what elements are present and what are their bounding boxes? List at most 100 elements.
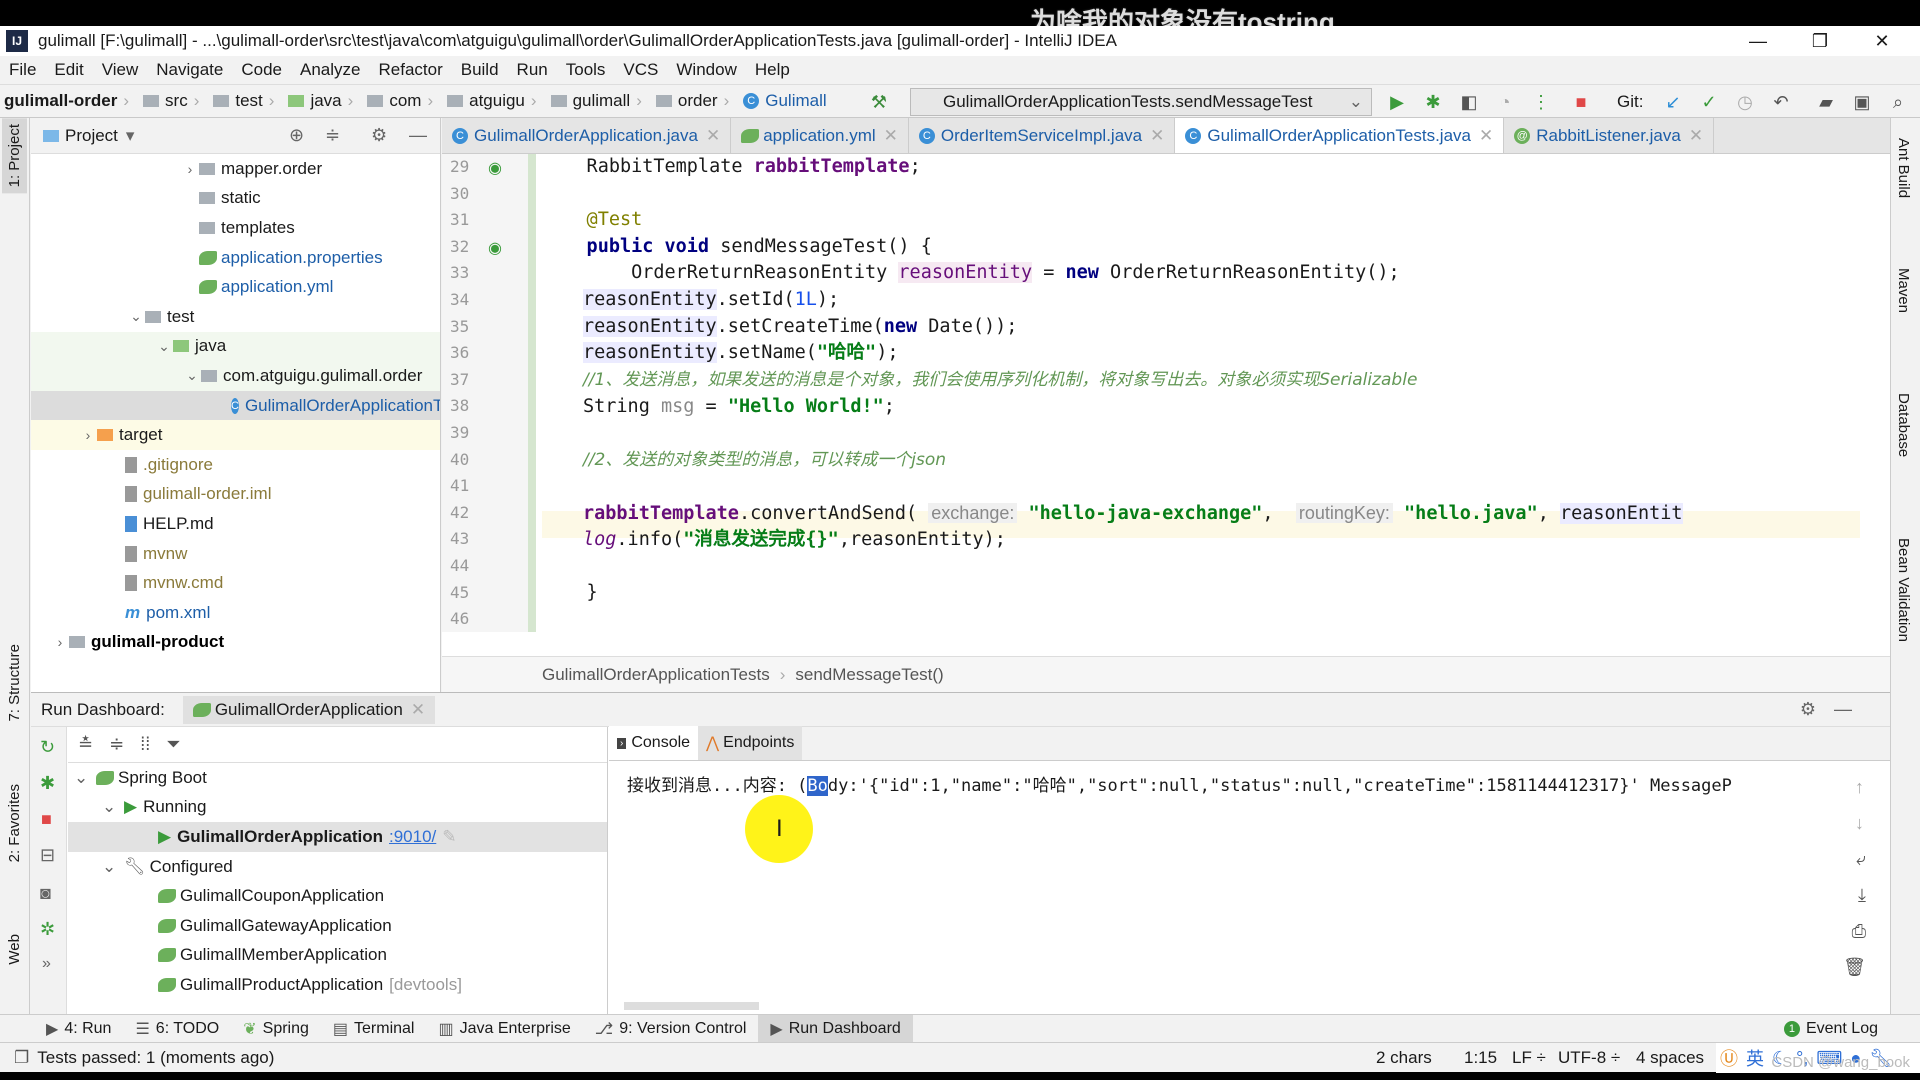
tree-node-configured-app[interactable]: GulimallCouponApplication [68, 881, 607, 911]
horizontal-scrollbar[interactable] [624, 1002, 759, 1010]
scroll-to-end-icon[interactable]: ⤓ [1858, 885, 1866, 906]
coverage-icon[interactable]: ◧ [1458, 91, 1480, 113]
menu-build[interactable]: Build [452, 60, 508, 80]
close-tab-icon[interactable]: ✕ [1689, 126, 1703, 146]
menu-analyze[interactable]: Analyze [291, 60, 369, 80]
collapse-all-icon[interactable]: ≑ [325, 125, 340, 146]
project-tree-item[interactable]: ⌄ test [31, 302, 440, 332]
close-tab-icon[interactable]: ✕ [706, 126, 720, 146]
editor-crumb-class[interactable]: GulimallOrderApplicationTests [542, 665, 770, 685]
menu-vcs[interactable]: VCS [614, 60, 667, 80]
rerun-icon[interactable]: ↻ [40, 737, 55, 758]
project-tree-item[interactable]: ⌄ com.atguigu.gulimall.order [31, 361, 440, 391]
hide-panel-icon[interactable]: — [1834, 699, 1852, 720]
tab-endpoints[interactable]: ⋀ Endpoints [698, 726, 803, 760]
breadcrumb-com[interactable]: com › [363, 91, 443, 111]
stop-icon[interactable]: ■ [41, 809, 52, 830]
restore-button[interactable]: ❐ [1790, 26, 1850, 56]
tree-node-running-app[interactable]: ▶ GulimallOrderApplication:9010/ ✎ [68, 822, 607, 852]
menu-file[interactable]: File [0, 60, 45, 80]
project-tree-item[interactable]: mvnw.cmd [31, 568, 440, 598]
project-tree-item[interactable]: › target [31, 420, 440, 450]
more-icon[interactable]: » [42, 955, 51, 973]
filter-icon[interactable]: ⏷ [166, 734, 180, 755]
menu-refactor[interactable]: Refactor [369, 60, 451, 80]
editor-tab[interactable]: C GulimallOrderApplicationTests.java ✕ [1175, 118, 1505, 153]
breadcrumb-test[interactable]: test › [209, 91, 284, 111]
breadcrumb-gulimall[interactable]: gulimall › [547, 91, 652, 111]
attach-debugger-icon[interactable]: ⋮ [1530, 91, 1552, 113]
print-icon[interactable]: ⎙ [1852, 921, 1866, 942]
project-tree-item[interactable]: mvnw [31, 539, 440, 569]
console-output-line[interactable]: 接收到消息...内容: (Body:'{"id":1,"name":"哈哈","… [627, 771, 1732, 796]
project-tree-item[interactable]: application.properties [31, 243, 440, 273]
gear-icon[interactable]: ⚙ [1800, 699, 1816, 720]
project-tree-item[interactable]: C GulimallOrderApplicationTests [31, 390, 440, 421]
editor-tab[interactable]: @ RabbitListener.java ✕ [1504, 118, 1715, 153]
dropdown-icon[interactable]: ▾ [126, 126, 135, 146]
ime-language[interactable]: 英 [1746, 1045, 1764, 1071]
tree-node-configured-app[interactable]: GulimallMemberApplication [68, 941, 607, 971]
soft-wrap-icon[interactable]: ⤶ [1856, 849, 1866, 870]
tool-tab-bean-validation[interactable]: Bean Validation [1895, 538, 1912, 642]
project-tree-item[interactable]: application.yml [31, 272, 440, 302]
toggle-tool-windows-icon[interactable]: ❐ [14, 1048, 29, 1068]
tool-java-enterprise[interactable]: ▥ Java Enterprise [426, 1015, 582, 1043]
editor-crumb-method[interactable]: sendMessageTest() [795, 665, 943, 685]
tree-node-configured[interactable]: ⌄ 🔧︎ Configured [68, 852, 607, 882]
close-tab-icon[interactable]: ✕ [1479, 126, 1493, 146]
expand-arrow-icon[interactable]: ⌄ [155, 338, 173, 355]
close-window-button[interactable]: ✕ [1852, 26, 1912, 56]
run-test-class-icon[interactable]: ◉ [488, 158, 502, 178]
tree-node-running[interactable]: ⌄ ▶ Running [68, 793, 607, 823]
tool-run-dashboard[interactable]: ▶ Run Dashboard [758, 1014, 913, 1043]
build-hammer-icon[interactable]: ⚒ [868, 91, 890, 113]
expand-arrow-icon[interactable]: ⌄ [127, 308, 145, 325]
tool-event-log[interactable]: 1 Event Log [1772, 1015, 1890, 1043]
breadcrumb-order[interactable]: order › [652, 91, 739, 111]
run-icon[interactable]: ▶ [1386, 91, 1408, 113]
expand-all-icon[interactable]: ≛ [78, 734, 93, 755]
run-dashboard-tab[interactable]: GulimallOrderApplication ✕ [182, 695, 436, 724]
breadcrumb-module[interactable]: gulimall-order › [0, 91, 139, 111]
tool-terminal[interactable]: ▤ Terminal [321, 1015, 427, 1043]
tool-tab-favorites[interactable]: 2: Favorites [2, 778, 27, 868]
run-configuration-select[interactable]: GulimallOrderApplicationTests.sendMessag… [910, 88, 1372, 116]
port-link[interactable]: :9010/ [389, 827, 436, 847]
clear-all-icon[interactable]: 🗑︎ [1843, 957, 1866, 978]
indent-setting[interactable]: 4 spaces [1636, 1048, 1704, 1068]
tool-spring[interactable]: ❦ Spring [231, 1015, 321, 1043]
menu-code[interactable]: Code [232, 60, 291, 80]
caret-position[interactable]: 1:15 [1464, 1048, 1497, 1068]
ime-logo-icon[interactable]: Ⓤ [1720, 1045, 1738, 1071]
group-by-icon[interactable]: ⁞⁞ [140, 734, 150, 755]
menu-edit[interactable]: Edit [45, 60, 92, 80]
collapse-all-icon[interactable]: ≑ [109, 734, 124, 755]
expand-arrow-icon[interactable]: › [79, 427, 97, 443]
git-commit-icon[interactable]: ✓ [1698, 91, 1720, 113]
file-encoding[interactable]: UTF-8 ÷ [1558, 1048, 1620, 1068]
tool-tab-structure[interactable]: 7: Structure [2, 638, 27, 728]
hide-panel-icon[interactable]: — [409, 125, 427, 146]
project-tree-item[interactable]: gulimall-order.iml [31, 480, 440, 510]
tree-node-configured-app[interactable]: GulimallProductApplication [devtools] [68, 970, 607, 1000]
project-tree-item[interactable]: templates [31, 213, 440, 243]
tool-tab-maven[interactable]: Maven [1895, 268, 1912, 313]
editor-tab[interactable]: application.yml ✕ [731, 118, 909, 153]
breadcrumb-atguigu[interactable]: atguigu › [443, 91, 546, 111]
breadcrumb-src[interactable]: src › [139, 91, 209, 111]
debug-icon[interactable]: ✱ [40, 773, 55, 794]
edit-icon[interactable]: ✎ [442, 827, 456, 847]
close-tab-icon[interactable]: ✕ [1150, 126, 1164, 146]
tool-tab-database[interactable]: Database [1895, 393, 1912, 457]
git-history-icon[interactable]: ◷ [1734, 91, 1756, 113]
menu-navigate[interactable]: Navigate [147, 60, 232, 80]
menu-view[interactable]: View [93, 60, 148, 80]
menu-window[interactable]: Window [667, 60, 745, 80]
menu-run[interactable]: Run [508, 60, 557, 80]
gear-icon[interactable]: ⚙ [371, 125, 387, 146]
close-tab-icon[interactable]: ✕ [884, 126, 898, 146]
stop-icon[interactable]: ■ [1570, 91, 1592, 113]
group-icon[interactable]: ⊟ [40, 845, 55, 866]
git-rollback-icon[interactable]: ↶ [1770, 91, 1792, 113]
